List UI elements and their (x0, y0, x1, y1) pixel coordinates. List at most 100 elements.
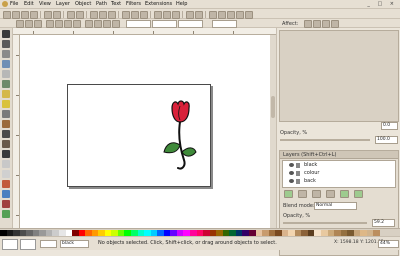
menu-path[interactable]: Path (96, 1, 107, 8)
opacity-slider[interactable] (280, 139, 370, 141)
rectangle-tool-icon[interactable] (2, 70, 10, 78)
lower-to-bottom-icon[interactable] (112, 20, 120, 28)
menu-text[interactable]: Text (111, 1, 121, 8)
affect-corners-icon[interactable] (313, 20, 321, 28)
raise-icon[interactable] (94, 20, 102, 28)
deselect-icon[interactable] (34, 20, 42, 28)
star-tool-icon[interactable] (2, 100, 10, 108)
group-icon[interactable] (186, 11, 194, 19)
print-icon[interactable] (30, 11, 38, 19)
width-field[interactable] (178, 20, 203, 28)
copy-icon[interactable] (90, 11, 98, 19)
menu-filters[interactable]: Filters (126, 1, 141, 8)
unlink-clone-icon[interactable] (172, 11, 180, 19)
select-all-layers-icon[interactable] (25, 20, 33, 28)
calligraphy-tool-icon[interactable] (2, 140, 10, 148)
export-icon[interactable] (53, 11, 61, 19)
lock-icon[interactable] (296, 163, 300, 168)
import-icon[interactable] (44, 11, 52, 19)
preferences-icon[interactable] (245, 11, 253, 19)
affect-stroke-icon[interactable] (304, 20, 312, 28)
layer-opacity-input[interactable]: 59.2 (372, 219, 395, 227)
stroke-indicator[interactable] (20, 239, 36, 250)
vertical-scrollbar-thumb[interactable] (271, 96, 275, 118)
add-layer-icon[interactable] (284, 190, 293, 198)
tweak-tool-icon[interactable] (2, 50, 10, 58)
lock-icon[interactable] (296, 179, 300, 184)
duplicate-icon[interactable] (154, 11, 162, 19)
spray-tool-icon[interactable] (2, 160, 10, 168)
eye-icon[interactable] (289, 179, 294, 183)
eraser-tool-icon[interactable] (2, 170, 10, 178)
undo-icon[interactable] (67, 11, 75, 19)
eye-icon[interactable] (289, 171, 294, 175)
save-icon[interactable] (21, 11, 29, 19)
lower-layer-bottom-icon[interactable] (354, 190, 363, 198)
zoom-tool-icon[interactable] (2, 60, 10, 68)
layer-opacity-slider[interactable] (283, 222, 367, 224)
layer-row-black[interactable]: black (287, 162, 387, 169)
rotate-cw-icon[interactable] (55, 20, 63, 28)
clone-icon[interactable] (163, 11, 171, 19)
text-font-icon[interactable] (218, 11, 226, 19)
tulip-drawing[interactable] (160, 100, 200, 175)
eye-icon[interactable] (289, 163, 294, 167)
affect-pattern-icon[interactable] (331, 20, 339, 28)
menu-edit[interactable]: Edit (24, 1, 34, 8)
lower-icon[interactable] (103, 20, 111, 28)
dropper-tool-icon[interactable] (2, 200, 10, 208)
node-tool-icon[interactable] (2, 40, 10, 48)
flip-horizontal-icon[interactable] (64, 20, 72, 28)
spiral-tool-icon[interactable] (2, 110, 10, 118)
x-field[interactable] (126, 20, 151, 28)
pencil-tool-icon[interactable] (2, 120, 10, 128)
xml-editor-icon[interactable] (227, 11, 235, 19)
ungroup-icon[interactable] (195, 11, 203, 19)
layer-down-icon[interactable] (326, 190, 335, 198)
rotate-ccw-icon[interactable] (46, 20, 54, 28)
layer-up-icon[interactable] (312, 190, 321, 198)
gradient-tool-icon[interactable] (2, 190, 10, 198)
y-field[interactable] (152, 20, 177, 28)
redo-icon[interactable] (76, 11, 84, 19)
flip-vertical-icon[interactable] (73, 20, 81, 28)
new-document-icon[interactable] (3, 11, 11, 19)
raise-to-top-icon[interactable] (85, 20, 93, 28)
text-tool-icon[interactable] (2, 150, 10, 158)
menu-object[interactable]: Object (75, 1, 91, 8)
lock-icon[interactable] (296, 171, 300, 176)
bucket-tool-icon[interactable] (2, 180, 10, 188)
zoom-drawing-icon[interactable] (131, 11, 139, 19)
zoom-page-icon[interactable] (140, 11, 148, 19)
open-icon[interactable] (12, 11, 20, 19)
menu-extensions[interactable]: Extensions (145, 1, 172, 8)
paste-icon[interactable] (108, 11, 116, 19)
fill-indicator[interactable] (2, 239, 18, 250)
zoom-field[interactable]: 44% (378, 240, 399, 248)
affect-gradient-icon[interactable] (322, 20, 330, 28)
layer-row-back[interactable]: back (287, 178, 387, 185)
window-buttons[interactable]: _ □ × (367, 1, 397, 7)
layer-row-colour[interactable]: colour (287, 170, 387, 177)
align-icon[interactable] (236, 11, 244, 19)
cut-icon[interactable] (99, 11, 107, 19)
connector-tool-icon[interactable] (2, 210, 10, 218)
current-layer-select[interactable]: black (60, 240, 89, 248)
select-all-icon[interactable] (16, 20, 24, 28)
height-field[interactable] (212, 20, 237, 28)
raise-layer-top-icon[interactable] (340, 190, 349, 198)
opacity-input[interactable]: 100.0 (375, 136, 398, 144)
menu-file[interactable]: File (10, 1, 18, 8)
menu-help[interactable]: Help (176, 1, 187, 8)
stroke-width-field[interactable] (40, 240, 57, 248)
pen-tool-icon[interactable] (2, 130, 10, 138)
menu-layer[interactable]: Layer (56, 1, 70, 8)
ellipse-tool-icon[interactable] (2, 90, 10, 98)
zoom-selection-icon[interactable] (122, 11, 130, 19)
menu-view[interactable]: View (39, 1, 51, 8)
selector-tool-icon[interactable] (2, 30, 10, 38)
remove-layer-icon[interactable] (298, 190, 307, 198)
3d-box-tool-icon[interactable] (2, 80, 10, 88)
blend-mode-select[interactable]: Normal (314, 202, 357, 210)
value-box[interactable]: 0.0 (381, 122, 398, 130)
